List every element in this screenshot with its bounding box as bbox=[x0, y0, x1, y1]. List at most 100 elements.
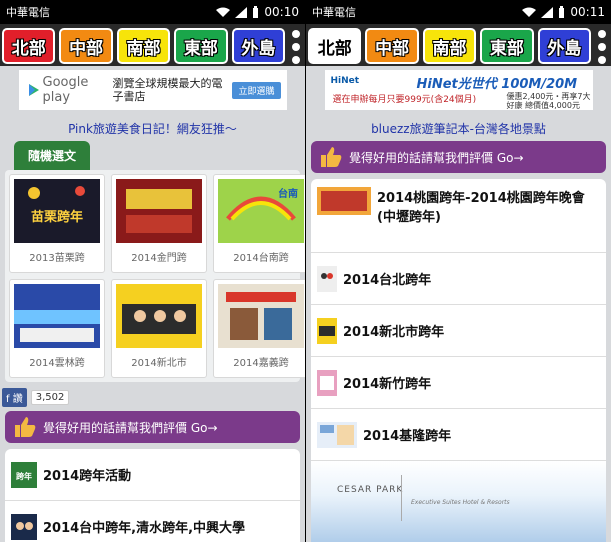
article-thumbnail: 苗栗跨年 bbox=[14, 179, 100, 243]
article-list: 2014桃園跨年-2014桃園跨年晚會(中壢跨年) 2014台北跨年 2014新… bbox=[311, 179, 606, 461]
signal-icon bbox=[235, 6, 248, 18]
grid-item[interactable]: 2014雲林跨 bbox=[9, 279, 105, 378]
ad-brand: Google play bbox=[42, 75, 89, 105]
region-tab-central[interactable]: 中部 bbox=[59, 28, 113, 64]
battery-icon bbox=[253, 6, 259, 18]
grid-item[interactable]: 2014金門跨 bbox=[111, 174, 207, 273]
list-item-title: 2014跨年活動 bbox=[43, 469, 132, 484]
ad-offer: 選在申辦每月只要999元(含24個月) bbox=[332, 95, 477, 105]
region-tab-north[interactable]: 北部 bbox=[2, 28, 56, 64]
region-tab-north[interactable]: 北部 bbox=[308, 28, 362, 64]
article-thumbnail bbox=[317, 421, 357, 448]
rate-text: 覺得好用的話請幫我們評價 Go→ bbox=[43, 420, 218, 435]
region-tab-east[interactable]: 東部 bbox=[174, 28, 228, 64]
overflow-menu-icon[interactable] bbox=[290, 30, 302, 64]
grid-item-label: 2014金門跨 bbox=[131, 253, 187, 264]
article-list: 跨年 2014跨年活動 2014台中跨年,清水跨年,中興大學 bbox=[5, 449, 300, 542]
list-item[interactable]: 跨年 2014跨年活動 bbox=[5, 449, 300, 501]
article-grid: 苗栗跨年 2013苗栗跨 2014金門跨 台南 2014台南跨 2014雲林跨 … bbox=[5, 170, 305, 382]
grid-item-label: 2013苗栗跨 bbox=[29, 253, 85, 264]
banner-brand: CESAR PARK bbox=[337, 485, 404, 495]
signal-icon bbox=[541, 6, 554, 18]
carrier-label: 中華電信 bbox=[312, 6, 356, 19]
hotel-banner-ad[interactable]: CESAR PARK Executive Suites Hotel & Reso… bbox=[311, 461, 606, 542]
hinet-ad[interactable]: HiNet HiNet光世代 100M/20M 選在申辦每月只要999元(含24… bbox=[324, 70, 593, 110]
region-tab-islands[interactable]: 外島 bbox=[537, 28, 592, 64]
thumbnail-text: 苗栗跨年 bbox=[31, 209, 83, 225]
region-tab-central[interactable]: 中部 bbox=[365, 28, 419, 64]
article-thumbnail bbox=[14, 284, 100, 348]
article-thumbnail: 跨年 bbox=[11, 461, 37, 488]
article-thumbnail bbox=[11, 513, 37, 540]
list-item[interactable]: 2014新竹跨年 bbox=[311, 357, 606, 409]
list-item[interactable]: 2014基隆跨年 bbox=[311, 409, 606, 461]
ad-description: 瀏覽全球規模最大的電子書店 bbox=[112, 77, 223, 103]
article-thumbnail bbox=[116, 284, 202, 348]
grid-item-label: 2014台南跨 bbox=[233, 253, 289, 264]
list-item-title: 2014台北跨年 bbox=[343, 273, 432, 288]
facebook-like: f 讚 3,502 bbox=[2, 388, 305, 407]
blog-title[interactable]: Pink旅遊美食日記！網友狂推～ bbox=[0, 120, 305, 137]
region-tabs: 北部 中部 南部 東部 外島 bbox=[306, 24, 611, 66]
grid-item-label: 2014嘉義跨 bbox=[233, 358, 289, 369]
thumbs-up-icon bbox=[321, 147, 342, 167]
overflow-menu-icon[interactable] bbox=[596, 30, 608, 64]
banner-subtitle: Executive Suites Hotel & Resorts bbox=[411, 499, 510, 506]
battery-icon bbox=[559, 6, 565, 18]
grid-item[interactable]: 台南 2014台南跨 bbox=[213, 174, 305, 273]
banner-divider bbox=[401, 475, 402, 521]
list-item-title: 2014新竹跨年 bbox=[343, 377, 432, 392]
rate-text: 覺得好用的話請幫我們評價 Go→ bbox=[349, 150, 524, 165]
carrier-label: 中華電信 bbox=[6, 6, 50, 19]
region-tab-south[interactable]: 南部 bbox=[116, 28, 171, 64]
left-screen: 中華電信 00:10 北部 中部 南部 東部 外島 Google play 瀏覽… bbox=[0, 0, 305, 542]
blog-title[interactable]: bluezz旅遊筆記本-台灣各地景點 bbox=[306, 120, 611, 137]
thumbnail-text: 跨年 bbox=[16, 471, 32, 481]
list-item-title: 2014桃園跨年-2014桃園跨年晚會(中壢跨年) bbox=[377, 191, 585, 225]
ad-title: HiNet光世代 100M/20M bbox=[416, 77, 578, 92]
list-item[interactable]: 2014新北市跨年 bbox=[311, 305, 606, 357]
region-tab-islands[interactable]: 外島 bbox=[231, 28, 286, 64]
list-item-title: 2014台中跨年,清水跨年,中興大學 bbox=[43, 521, 246, 536]
rate-app-banner[interactable]: 覺得好用的話請幫我們評價 Go→ bbox=[5, 411, 300, 443]
rate-app-banner[interactable]: 覺得好用的話請幫我們評價 Go→ bbox=[311, 141, 606, 173]
list-item[interactable]: 2014台中跨年,清水跨年,中興大學 bbox=[5, 501, 300, 542]
article-thumbnail bbox=[317, 369, 337, 396]
clock: 00:10 bbox=[264, 5, 299, 19]
article-thumbnail bbox=[317, 317, 337, 344]
like-count: 3,502 bbox=[30, 390, 70, 405]
facebook-like-button[interactable]: f 讚 bbox=[2, 388, 27, 407]
ad-buy-button[interactable]: 立即選購 bbox=[232, 82, 281, 99]
article-thumbnail bbox=[317, 187, 371, 215]
grid-item-label: 2014雲林跨 bbox=[29, 358, 85, 369]
thumbs-up-icon bbox=[15, 417, 36, 437]
ad-brand: HiNet bbox=[330, 76, 360, 86]
list-item[interactable]: 2014台北跨年 bbox=[311, 253, 606, 305]
grid-item[interactable]: 2014嘉義跨 bbox=[213, 279, 305, 378]
wifi-icon bbox=[216, 7, 231, 17]
right-screen: 中華電信 00:11 北部 中部 南部 東部 外島 HiNet HiNet光世代… bbox=[306, 0, 611, 542]
region-tab-east[interactable]: 東部 bbox=[480, 28, 534, 64]
wifi-icon bbox=[522, 7, 537, 17]
list-item[interactable]: 2014桃園跨年-2014桃園跨年晚會(中壢跨年) bbox=[311, 179, 606, 253]
region-tab-south[interactable]: 南部 bbox=[422, 28, 477, 64]
thumbnail-text: 台南 bbox=[278, 187, 298, 200]
google-play-ad[interactable]: Google play 瀏覽全球規模最大的電子書店 立即選購 bbox=[18, 70, 287, 110]
like-label: 讚 bbox=[12, 394, 23, 405]
tab-random-articles[interactable]: 隨機選文 bbox=[14, 141, 91, 170]
article-thumbnail bbox=[218, 284, 304, 348]
clock: 00:11 bbox=[570, 5, 605, 19]
status-bar: 中華電信 00:11 bbox=[306, 0, 611, 24]
article-thumbnail bbox=[116, 179, 202, 243]
article-thumbnail: 台南 bbox=[218, 179, 304, 243]
region-tabs: 北部 中部 南部 東部 外島 bbox=[0, 24, 305, 66]
ad-bonus: 優惠2,400元・再享7大好康 總價值4,000元 bbox=[506, 92, 591, 110]
google-play-icon bbox=[28, 84, 39, 96]
list-item-title: 2014基隆跨年 bbox=[363, 429, 452, 444]
grid-item[interactable]: 苗栗跨年 2013苗栗跨 bbox=[9, 174, 105, 273]
grid-item[interactable]: 2014新北市 bbox=[111, 279, 207, 378]
list-item-title: 2014新北市跨年 bbox=[343, 325, 445, 340]
article-thumbnail bbox=[317, 265, 337, 292]
grid-item-label: 2014新北市 bbox=[131, 358, 187, 369]
status-bar: 中華電信 00:10 bbox=[0, 0, 305, 24]
